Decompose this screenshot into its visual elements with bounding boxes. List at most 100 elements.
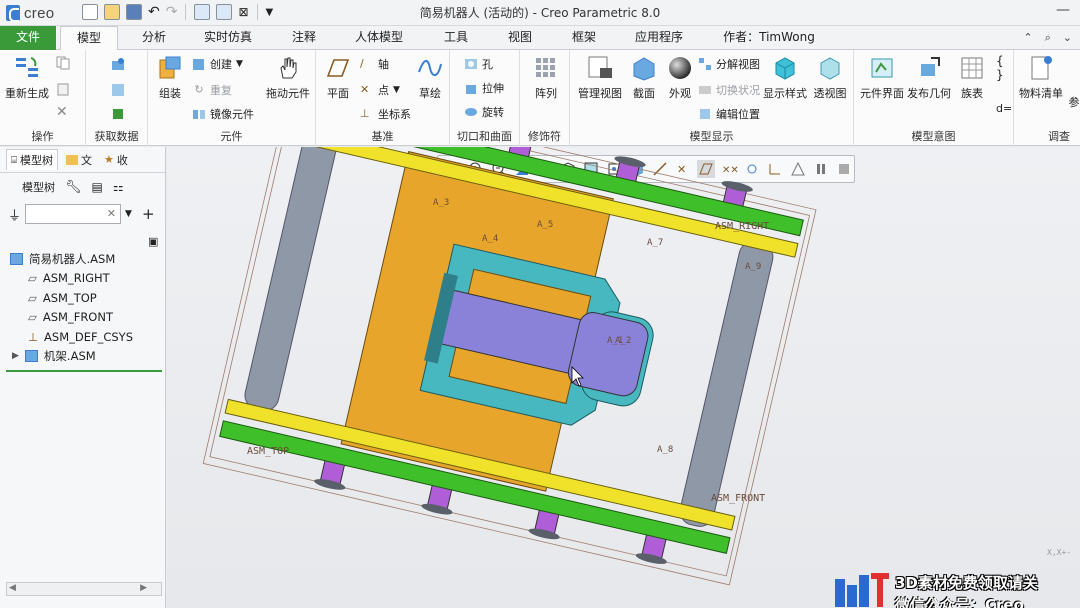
assemble-button[interactable]: 组装 [152,54,188,101]
tree-columns-icon[interactable]: ▣ [148,235,158,248]
exploded-view-button[interactable]: 分解视图 [698,56,760,72]
manage-views-icon [588,56,612,78]
tab-favorites[interactable]: ★ 收 [100,150,132,170]
creo-logo: creo [6,3,54,23]
shrinkwrap-icon[interactable] [110,106,126,122]
appearance-button[interactable]: 外观 [662,54,698,101]
view-orientation-triad: X,X+- [1047,548,1071,557]
plane-button[interactable]: 平面 [320,54,356,101]
model-tree-menu[interactable]: 模型树 [22,179,55,195]
save-icon[interactable] [126,4,142,20]
filter-dropdown-icon[interactable]: ▼ [125,209,132,219]
tree-item-frame-asm[interactable]: ▶ 机架.ASM [0,347,165,367]
tree-insert-indicator [6,370,162,372]
watermark-line-2: 微信公众号：Creo [895,596,1024,608]
horizontal-scrollbar[interactable]: ◀ ▶ [6,582,162,596]
show-menu-icon[interactable]: ▤ [92,180,103,194]
section-button[interactable]: 截面 [626,54,662,101]
add-filter-icon[interactable]: + [142,205,155,223]
tab-manikin[interactable]: 人体模型 [346,26,412,50]
tab-analysis[interactable]: 分析 [130,26,178,50]
tree-item-asm-right[interactable]: ▱ ASM_RIGHT [0,269,165,289]
relations-icon[interactable]: { } [996,54,1013,82]
title-bar: creo ↶ ↷ ⊠ ▼ 简易机器人 (活动的) - Creo Parametr… [0,0,1080,26]
parameters-icon[interactable]: d= [996,102,1012,115]
publish-geometry-button[interactable]: 发布几何 [906,54,952,101]
repeat-button[interactable]: ↻ 重复 [192,82,232,98]
tree-item-asm-front[interactable]: ▱ ASM_FRONT [0,308,165,328]
point-button[interactable]: ✕ 点 ▼ [360,82,400,98]
regenerate-button[interactable]: 重新生成 [2,54,52,101]
axis-label: A_9 [745,262,761,272]
tree-search-input[interactable]: ✕ [25,204,122,224]
tab-applications[interactable]: 应用程序 [626,26,692,50]
tab-file[interactable]: 文件 [0,26,56,50]
drag-component-button[interactable]: 拖动元件 [264,54,312,101]
scroll-right-icon[interactable]: ▶ [140,583,147,593]
bom-icon [1031,56,1052,80]
tree-item-root-asm[interactable]: 简易机器人.ASM [0,249,165,269]
close-window-icon[interactable]: ⊠ [238,5,248,19]
toggle-status-button[interactable]: 切换状况 [698,82,760,98]
tab-annotate[interactable]: 注释 [282,26,326,50]
copy-geometry-icon[interactable] [110,82,126,98]
user-defined-feature-icon[interactable] [110,56,126,72]
open-folder-icon[interactable] [104,4,120,20]
display-style-button[interactable]: 显示样式 [762,54,808,101]
tree-filters-icon[interactable]: ⚏ [113,180,124,194]
sketch-button[interactable]: 草绘 [412,54,448,101]
tab-live-simulation[interactable]: 实时仿真 [196,26,260,50]
hole-button[interactable]: 孔 [464,56,493,72]
redo-icon[interactable]: ↷ [166,4,178,20]
expand-arrow-icon[interactable]: ▶ [12,351,19,361]
create-button[interactable]: 创建 ▼ [192,56,243,72]
minimize-icon[interactable]: — [1056,2,1070,18]
component-interface-button[interactable]: 元件界面 [858,54,906,101]
graphics-window[interactable]: ✕ ✕✕ ASM_RIGHT ASM_TOP ASM_FRONT A_3 A_4… [167,147,1080,608]
tab-author[interactable]: 作者：TimWong [712,26,826,50]
group-label-model-intent: 模型意图 [911,130,956,143]
axis-button[interactable]: / 轴 [360,56,389,72]
logo-text: creo [24,4,55,22]
tab-framework[interactable]: 框架 [562,26,606,50]
mirror-component-button[interactable]: 镜像元件 [192,106,254,122]
scroll-left-icon[interactable]: ◀ [9,583,16,593]
params-button[interactable]: 参 [1066,94,1080,110]
tree-settings-icon[interactable]: 🔧︎ [65,180,82,195]
tree-item-asm-def-csys[interactable]: ⊥ ASM_DEF_CSYS [0,327,165,347]
tab-model[interactable]: 模型 [60,26,118,51]
revolve-button[interactable]: 旋转 [464,104,504,120]
perspective-button[interactable]: 透视图 [810,54,850,101]
axis-label: A_5 [537,220,553,230]
edit-position-button[interactable]: 编辑位置 [698,106,760,122]
clear-search-icon[interactable]: ✕ [107,207,116,220]
bom-button[interactable]: 物料清单 [1018,54,1064,101]
paste-icon[interactable] [56,82,70,96]
search-icon[interactable]: ⌕ [1045,31,1051,45]
tab-model-tree[interactable]: ⌸ 模型树 [6,149,58,170]
delete-icon[interactable]: ✕ [56,104,68,120]
customize-qat-icon[interactable]: ▼ [266,7,274,18]
group-investigate: 物料清单 参 调查 [1014,50,1080,146]
assembly-model[interactable]: ASM_RIGHT ASM_TOP ASM_FRONT A_3 A_4 A_5 … [167,147,1080,608]
hand-drag-icon [280,57,297,79]
windows-icon[interactable] [216,4,233,20]
family-table-button[interactable]: 族表 [954,54,990,101]
tree-item-asm-top[interactable]: ▱ ASM_TOP [0,288,165,308]
hole-icon [465,59,477,69]
tab-tools[interactable]: 工具 [434,26,478,50]
extrude-button[interactable]: 拉伸 [464,80,504,96]
axis-label: A_8 [657,445,673,455]
undo-icon[interactable]: ↶ [148,4,160,20]
pattern-button[interactable]: 阵列 [528,54,564,101]
tab-folder-browser[interactable]: 文 [62,150,96,170]
new-file-icon[interactable] [82,4,98,20]
copy-icon[interactable] [56,56,70,70]
perspective-icon [820,57,840,80]
tab-view[interactable]: 视图 [498,26,542,50]
collapse-ribbon-icon[interactable]: ⌃ [1023,31,1032,45]
regenerate-qat-icon[interactable] [194,4,211,20]
more-icon[interactable]: ⌄ [1063,31,1072,45]
csys-button[interactable]: ⊥ 坐标系 [360,106,411,122]
manage-views-button[interactable]: 管理视图 [576,54,624,101]
